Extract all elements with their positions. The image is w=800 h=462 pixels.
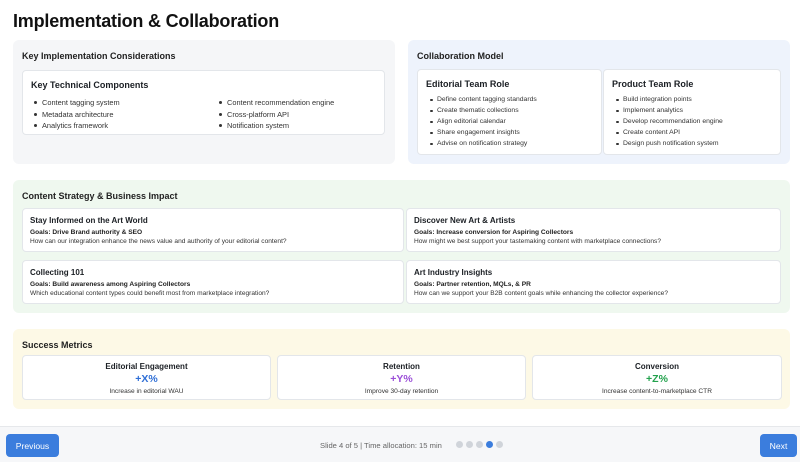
- list-item: Notification system: [218, 121, 334, 130]
- technical-components-title: Key Technical Components: [31, 80, 149, 90]
- strategy-card-goal: Goals: Increase conversion for Aspiring …: [414, 229, 574, 236]
- metric-title: Conversion: [634, 362, 679, 371]
- list-item: Metadata architecture: [33, 110, 120, 119]
- product-role-card: Product Team Role Build integration poin…: [603, 69, 781, 155]
- strategy-card-question: How can our integration enhance the news…: [30, 238, 287, 245]
- strategy-panel: Content Strategy & Business Impact Stay …: [13, 180, 790, 313]
- list-item: Analytics framework: [33, 121, 120, 130]
- editorial-role-title: Editorial Team Role: [426, 79, 510, 89]
- strategy-card-industry: Art Industry Insights Goals: Partner ret…: [406, 260, 781, 304]
- product-role-title: Product Team Role: [612, 79, 694, 89]
- metric-value: +Y%: [390, 373, 413, 385]
- list-item: Create thematic collections: [429, 107, 537, 115]
- metric-card-engagement: Editorial Engagement +X% Increase in edi…: [22, 355, 271, 400]
- list-item: Design push notification system: [615, 140, 723, 148]
- list-item: Content tagging system: [33, 98, 120, 107]
- metric-description: Increase content-to-marketplace CTR: [602, 388, 712, 395]
- previous-button[interactable]: Previous: [6, 434, 59, 457]
- slide-footer: Previous Slide 4 of 5 | Time allocation:…: [0, 426, 800, 462]
- list-item: Define content tagging standards: [429, 96, 537, 104]
- strategy-card-collecting: Collecting 101 Goals: Build awareness am…: [22, 260, 404, 304]
- strategy-card-title: Art Industry Insights: [414, 268, 493, 277]
- collaboration-heading: Collaboration Model: [417, 51, 504, 61]
- strategy-card-art-world: Stay Informed on the Art World Goals: Dr…: [22, 208, 404, 252]
- implementation-panel: Key Implementation Considerations Key Te…: [13, 40, 395, 164]
- editorial-role-card: Editorial Team Role Define content taggi…: [417, 69, 602, 155]
- slide-dot-3[interactable]: [476, 441, 483, 448]
- strategy-card-goal: Goals: Partner retention, MQLs, & PR: [414, 281, 531, 288]
- metric-description: Improve 30-day retention: [364, 388, 439, 395]
- implementation-heading: Key Implementation Considerations: [22, 51, 176, 61]
- list-item: Create content API: [615, 129, 723, 137]
- list-item: Build integration points: [615, 96, 723, 104]
- slide-dot-4[interactable]: [486, 441, 493, 448]
- slide-dot-1[interactable]: [456, 441, 463, 448]
- list-item: Align editorial calendar: [429, 118, 537, 126]
- slide-dots: [456, 441, 503, 448]
- list-item: Content recommendation engine: [218, 98, 334, 107]
- strategy-card-title: Collecting 101: [30, 268, 85, 277]
- strategy-card-question: Which educational content types could be…: [30, 290, 270, 297]
- list-item: Cross-platform API: [218, 110, 334, 119]
- strategy-card-title: Stay Informed on the Art World: [30, 216, 148, 225]
- next-button[interactable]: Next: [760, 434, 797, 457]
- strategy-card-question: How might we best support your tastemaki…: [414, 238, 662, 245]
- strategy-card-goal: Goals: Drive Brand authority & SEO: [30, 229, 143, 236]
- metric-value: +Z%: [646, 373, 668, 385]
- list-item: Share engagement insights: [429, 129, 537, 137]
- strategy-card-title: Discover New Art & Artists: [414, 216, 516, 225]
- list-item: Advise on notification strategy: [429, 140, 537, 148]
- strategy-card-discover: Discover New Art & Artists Goals: Increa…: [406, 208, 781, 252]
- metric-title: Retention: [383, 362, 420, 371]
- strategy-heading: Content Strategy & Business Impact: [22, 191, 178, 201]
- technical-components-card: Key Technical Components Content tagging…: [22, 70, 385, 135]
- slide-dot-5[interactable]: [496, 441, 503, 448]
- strategy-card-question: How can we support your B2B content goal…: [414, 290, 669, 297]
- list-item: Develop recommendation engine: [615, 118, 723, 126]
- slide-status: Slide 4 of 5 | Time allocation: 15 min: [320, 441, 442, 450]
- product-role-list: Build integration points Implement analy…: [615, 96, 723, 148]
- metrics-panel: Success Metrics Editorial Engagement +X%…: [13, 329, 790, 409]
- metric-card-retention: Retention +Y% Improve 30-day retention: [277, 355, 526, 400]
- metric-card-conversion: Conversion +Z% Increase content-to-marke…: [532, 355, 782, 400]
- technical-components-list-right: Content recommendation engine Cross-plat…: [218, 98, 334, 130]
- technical-components-list-left: Content tagging system Metadata architec…: [33, 98, 120, 130]
- metric-description: Increase in editorial WAU: [109, 388, 184, 395]
- collaboration-panel: Collaboration Model Editorial Team Role …: [408, 40, 790, 164]
- metrics-heading: Success Metrics: [22, 340, 93, 350]
- metric-value: +X%: [135, 373, 158, 385]
- page-title: Implementation & Collaboration: [13, 11, 280, 31]
- slide-dot-2[interactable]: [466, 441, 473, 448]
- editorial-role-list: Define content tagging standards Create …: [429, 96, 537, 148]
- list-item: Implement analytics: [615, 107, 723, 115]
- metric-title: Editorial Engagement: [105, 362, 188, 371]
- strategy-card-goal: Goals: Build awareness among Aspiring Co…: [30, 281, 191, 288]
